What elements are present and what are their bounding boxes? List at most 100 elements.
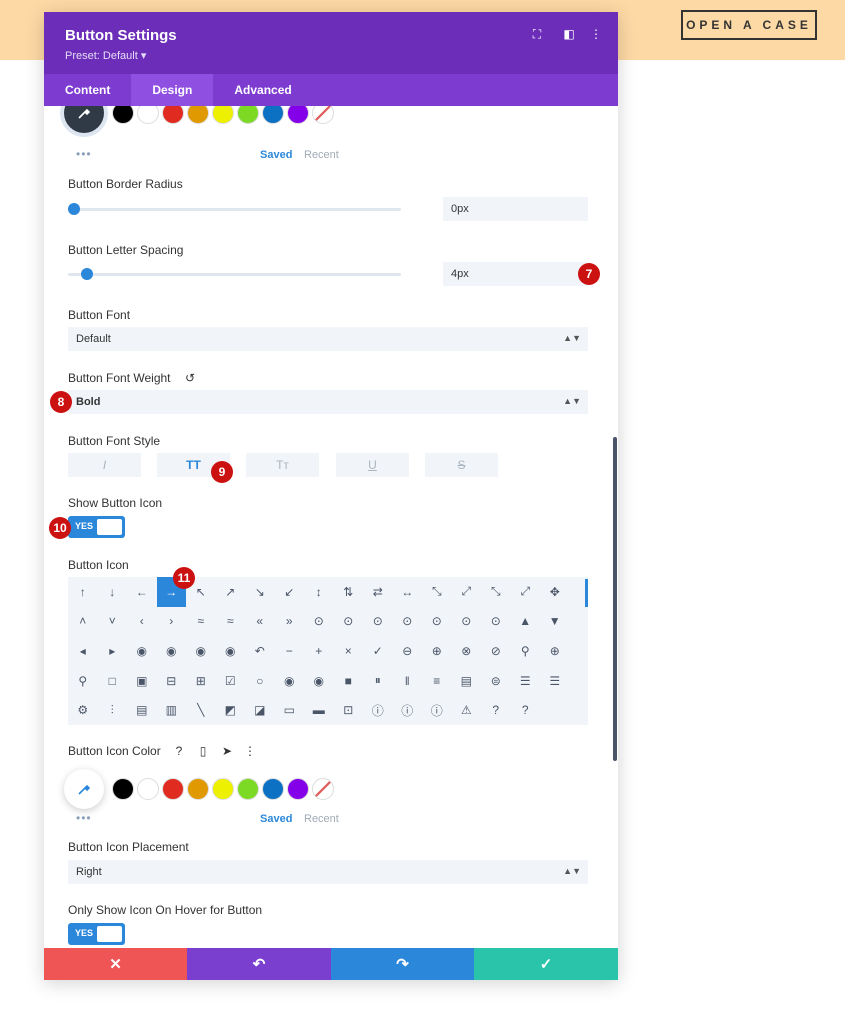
icon-option[interactable]: ◉ bbox=[186, 636, 216, 666]
icon-option[interactable]: ▥ bbox=[157, 695, 187, 725]
icon-option[interactable]: ◪ bbox=[245, 695, 275, 725]
swatch-color[interactable] bbox=[187, 106, 209, 124]
icon-option[interactable]: ≈ bbox=[186, 607, 216, 637]
icon-option[interactable]: ⊕ bbox=[422, 636, 452, 666]
palette-tab-recent[interactable]: Recent bbox=[304, 149, 339, 161]
tab-advanced[interactable]: Advanced bbox=[213, 74, 312, 106]
icon-option[interactable]: ◉ bbox=[216, 636, 246, 666]
split-view-icon[interactable]: ◧ bbox=[562, 27, 576, 41]
icon-option[interactable]: ◉ bbox=[304, 666, 334, 696]
swatch-color[interactable] bbox=[187, 778, 209, 800]
save-button[interactable]: ✓ bbox=[474, 948, 618, 980]
more-colors-icon[interactable]: ••• bbox=[76, 811, 92, 825]
border-radius-slider[interactable] bbox=[68, 203, 401, 215]
icon-option[interactable]: ⚲ bbox=[511, 636, 541, 666]
icon-option[interactable]: » bbox=[275, 607, 305, 637]
no-color-swatch[interactable] bbox=[312, 778, 334, 800]
underline-button[interactable]: U bbox=[336, 453, 409, 477]
more-options-icon[interactable]: ⋮ bbox=[589, 27, 603, 41]
icon-option[interactable]: ◉ bbox=[275, 666, 305, 696]
swatch-color[interactable] bbox=[212, 106, 234, 124]
icon-option[interactable]: ˄ bbox=[68, 607, 98, 637]
icon-option[interactable]: ▸ bbox=[98, 636, 128, 666]
icon-option[interactable]: + bbox=[304, 636, 334, 666]
icon-picker-scrollbar[interactable] bbox=[585, 579, 588, 607]
slider-handle[interactable] bbox=[81, 268, 93, 280]
icon-option[interactable]: ▭ bbox=[275, 695, 305, 725]
icon-option[interactable]: ≈ bbox=[216, 607, 246, 637]
icon-option[interactable]: ⊟ bbox=[157, 666, 187, 696]
icon-option[interactable]: □ bbox=[98, 666, 128, 696]
letter-spacing-slider[interactable] bbox=[68, 268, 401, 280]
swatch-color[interactable] bbox=[112, 106, 134, 124]
icon-option[interactable]: ⤢ bbox=[452, 577, 482, 607]
icon-option[interactable]: ↔ bbox=[393, 577, 423, 607]
palette-tab-saved[interactable]: Saved bbox=[260, 813, 292, 825]
icon-option[interactable]: ⊡ bbox=[334, 695, 364, 725]
show-icon-toggle[interactable]: YES bbox=[68, 516, 125, 538]
more-colors-icon[interactable]: ••• bbox=[76, 147, 92, 161]
icon-option[interactable]: ˅ bbox=[98, 607, 128, 637]
hover-cursor-icon[interactable]: ➤ bbox=[219, 743, 235, 759]
icon-option[interactable]: − bbox=[275, 636, 305, 666]
icon-option[interactable]: ← bbox=[127, 577, 157, 607]
icon-option[interactable]: ↙ bbox=[275, 577, 305, 607]
icon-option[interactable]: ↕ bbox=[304, 577, 334, 607]
icon-placement-select[interactable]: Right ▲▼ bbox=[68, 860, 588, 884]
help-icon[interactable]: ? bbox=[171, 743, 187, 759]
icon-option[interactable]: ⊕ bbox=[540, 636, 570, 666]
letter-spacing-input[interactable]: 4px bbox=[443, 262, 588, 286]
capitalize-button[interactable]: Tт bbox=[246, 453, 319, 477]
icon-option[interactable]: ╲ bbox=[186, 695, 216, 725]
icon-option[interactable]: ‖ bbox=[393, 666, 423, 696]
no-color-swatch[interactable] bbox=[312, 106, 334, 124]
swatch-color[interactable] bbox=[237, 778, 259, 800]
tab-design[interactable]: Design bbox=[131, 74, 214, 106]
icon-option[interactable]: ⚙ bbox=[68, 695, 98, 725]
strikethrough-button[interactable]: S bbox=[425, 453, 498, 477]
icon-option[interactable]: ⊜ bbox=[481, 666, 511, 696]
eyedropper-icon[interactable] bbox=[64, 106, 104, 133]
icon-option[interactable]: ◂ bbox=[68, 636, 98, 666]
slider-handle[interactable] bbox=[68, 203, 80, 215]
icon-option[interactable]: ☰ bbox=[540, 666, 570, 696]
undo-button[interactable]: ↶ bbox=[187, 948, 331, 980]
icon-option[interactable]: ⚲ bbox=[68, 666, 98, 696]
icon-option[interactable]: « bbox=[245, 607, 275, 637]
icon-option[interactable]: ⊘ bbox=[481, 636, 511, 666]
icon-option[interactable]: ▼ bbox=[540, 607, 570, 637]
settings-scrollbar[interactable] bbox=[613, 437, 617, 761]
icon-option[interactable]: ⇄ bbox=[363, 577, 393, 607]
icon-option[interactable]: ⊙ bbox=[304, 607, 334, 637]
icon-option[interactable]: ⊙ bbox=[422, 607, 452, 637]
swatch-color[interactable] bbox=[287, 106, 309, 124]
icon-option[interactable]: ⚠ bbox=[452, 695, 482, 725]
icon-option[interactable]: ↘ bbox=[245, 577, 275, 607]
swatch-color[interactable] bbox=[237, 106, 259, 124]
icon-option[interactable]: ◩ bbox=[216, 695, 246, 725]
reset-icon[interactable]: ↺ bbox=[182, 370, 198, 386]
icon-option[interactable]: ? bbox=[511, 695, 541, 725]
icon-option[interactable]: ⊗ bbox=[452, 636, 482, 666]
italic-button[interactable]: I bbox=[68, 453, 141, 477]
icon-option[interactable]: ⤡ bbox=[481, 577, 511, 607]
font-select[interactable]: Default ▲▼ bbox=[68, 327, 588, 351]
icon-option[interactable]: ⊙ bbox=[481, 607, 511, 637]
icon-option[interactable]: ⊖ bbox=[393, 636, 423, 666]
open-case-button[interactable]: OPEN A CASE bbox=[681, 10, 817, 40]
font-weight-select[interactable]: Bold ▲▼ bbox=[68, 390, 588, 414]
icon-option[interactable]: ▤ bbox=[452, 666, 482, 696]
icon-option[interactable]: ⊙ bbox=[393, 607, 423, 637]
icon-option[interactable]: ⓘ bbox=[393, 695, 423, 725]
icon-option[interactable]: ⊙ bbox=[452, 607, 482, 637]
icon-option[interactable]: × bbox=[334, 636, 364, 666]
more-options-icon[interactable]: ⋮ bbox=[242, 743, 258, 759]
focus-icon[interactable]: ⛶ bbox=[530, 27, 544, 41]
preset-dropdown[interactable]: Preset: Default ▾ bbox=[65, 49, 146, 62]
palette-tab-saved[interactable]: Saved bbox=[260, 149, 292, 161]
icon-option[interactable]: ✥ bbox=[540, 577, 570, 607]
icon-option[interactable]: ? bbox=[481, 695, 511, 725]
cancel-button[interactable]: ✕ bbox=[44, 948, 187, 980]
swatch-color[interactable] bbox=[162, 106, 184, 124]
icon-option[interactable]: ✓ bbox=[363, 636, 393, 666]
